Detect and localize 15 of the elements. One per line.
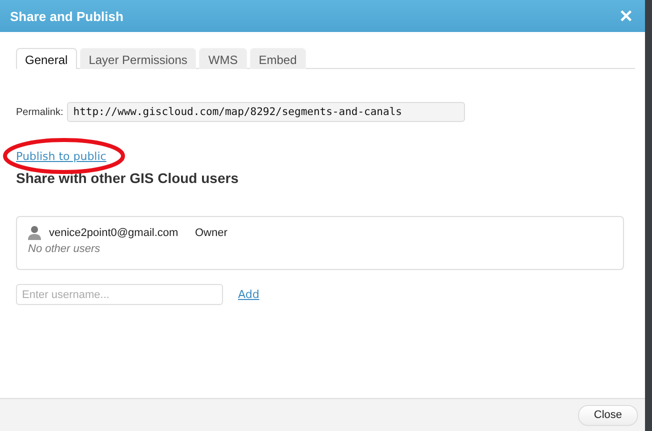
user-icon [28,225,41,240]
tab[interactable]: Layer Permissions [80,48,196,69]
user-email: venice2point0@gmail.com [49,226,180,238]
user-role: Owner [195,226,228,238]
username-field[interactable]: Enter username... [16,284,223,305]
tab[interactable]: WMS [199,48,247,69]
empty-note: No other users [28,243,102,255]
permalink-label: Permalink: [16,106,64,118]
window-title: Share and Publish [10,8,124,24]
permalink-field[interactable]: http://www.giscloud.com/map/8292/segments-and-canals [67,102,466,122]
tab[interactable]: Embed [250,48,306,69]
section-heading: Share with other GIS Cloud users [16,170,240,186]
add-link[interactable]: Add [238,288,260,301]
close-button[interactable]: Close [578,404,638,426]
tab[interactable]: General [16,48,77,69]
